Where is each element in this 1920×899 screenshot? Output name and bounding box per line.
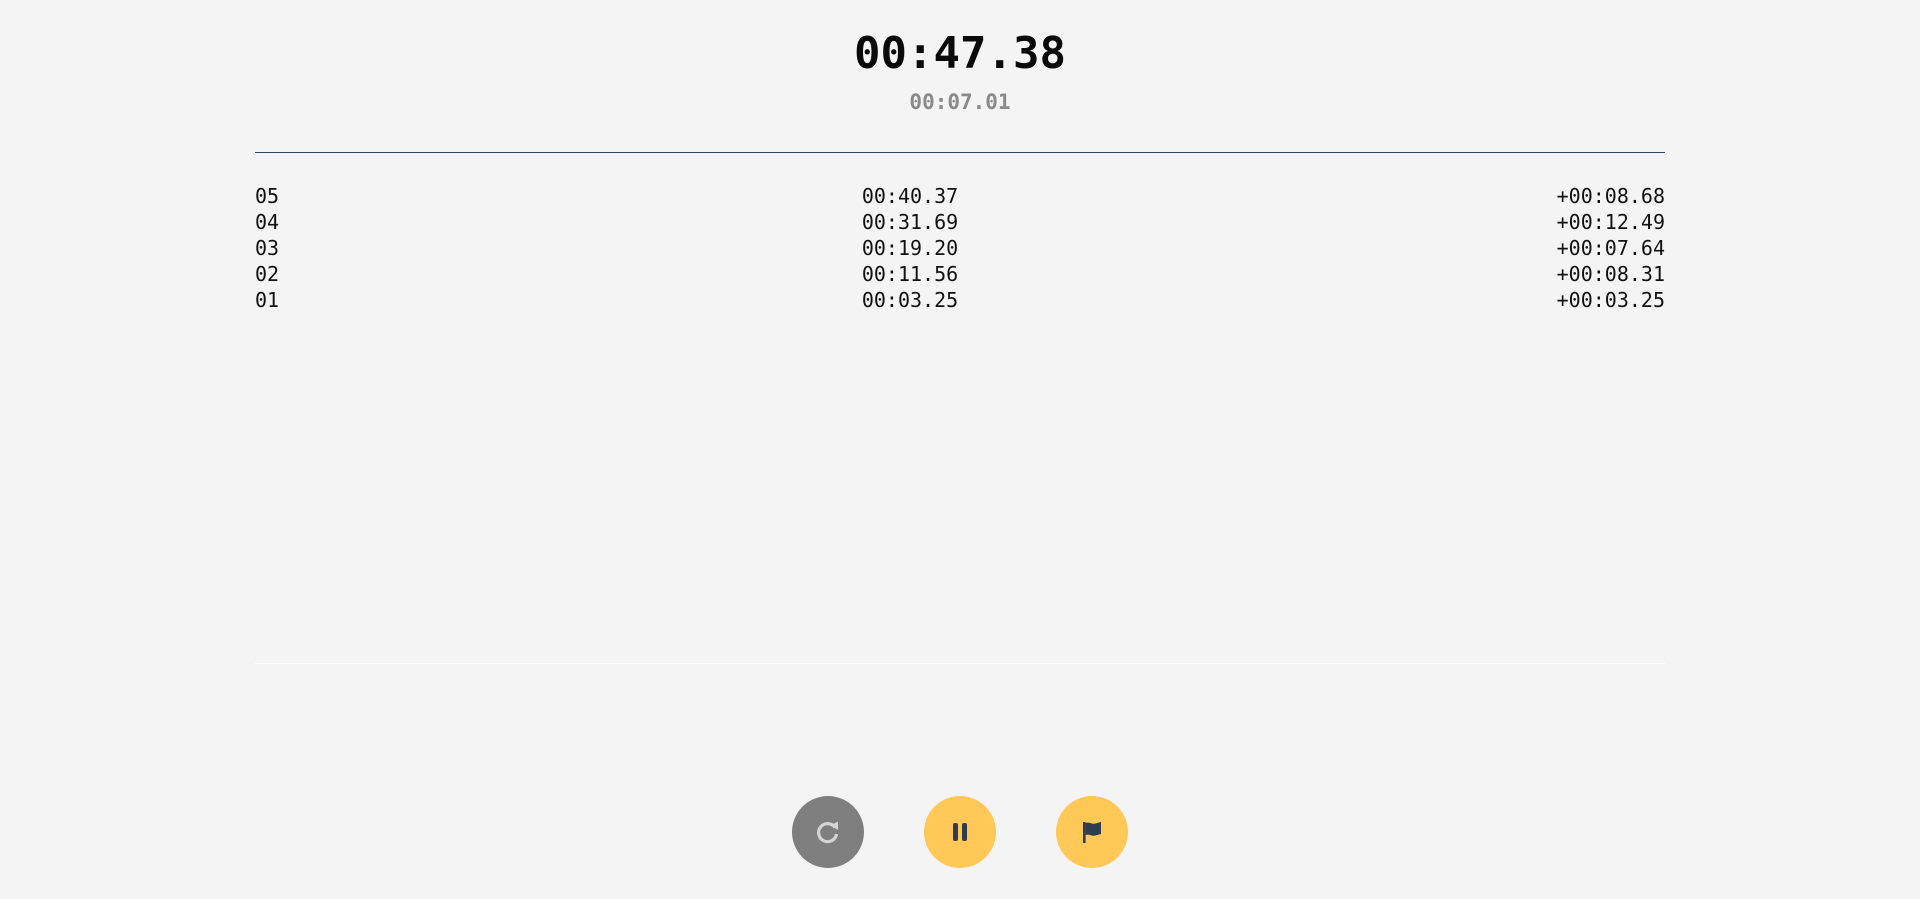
lap-number: 05 xyxy=(255,184,280,208)
lap-total-time: 00:31.69 xyxy=(861,210,959,234)
lap-row: 04 00:31.69 +00:12.49 xyxy=(255,209,1665,235)
pause-button[interactable] xyxy=(924,796,996,868)
lap-split-time: +00:08.68 xyxy=(1556,184,1665,208)
reset-icon xyxy=(817,821,839,844)
lap-split-time: +00:08.31 xyxy=(1556,262,1665,286)
lap-split-time: +00:03.25 xyxy=(1556,288,1665,312)
lap-total-time: 00:40.37 xyxy=(861,184,959,208)
lap-split-time: +00:07.64 xyxy=(1556,236,1665,260)
flag-icon xyxy=(1083,822,1101,843)
lap-row: 05 00:40.37 +00:08.68 xyxy=(255,183,1665,209)
lap-button[interactable] xyxy=(1056,796,1128,868)
lap-split-time: +00:12.49 xyxy=(1556,210,1665,234)
controls-bar xyxy=(0,796,1920,868)
main-timer-display: 00:47.38 xyxy=(854,28,1066,79)
lap-number: 04 xyxy=(255,210,280,234)
lap-total-time: 00:03.25 xyxy=(861,288,959,312)
lap-number: 01 xyxy=(255,288,280,312)
lap-total-time: 00:19.20 xyxy=(861,236,959,260)
reset-button[interactable] xyxy=(792,796,864,868)
lap-list: 05 00:40.37 +00:08.68 04 00:31.69 +00:12… xyxy=(255,183,1665,313)
pause-icon xyxy=(953,823,967,841)
lap-total-time: 00:11.56 xyxy=(861,262,959,286)
lap-row: 03 00:19.20 +00:07.64 xyxy=(255,235,1665,261)
lap-number: 02 xyxy=(255,262,280,286)
top-divider xyxy=(255,152,1665,153)
stopwatch-app: 00:47.38 00:07.01 05 00:40.37 +00:08.68 … xyxy=(0,0,1920,899)
lap-row: 02 00:11.56 +00:08.31 xyxy=(255,261,1665,287)
current-lap-timer-display: 00:07.01 xyxy=(909,90,1011,114)
lap-number: 03 xyxy=(255,236,280,260)
bottom-divider xyxy=(255,663,1665,664)
lap-row: 01 00:03.25 +00:03.25 xyxy=(255,287,1665,313)
